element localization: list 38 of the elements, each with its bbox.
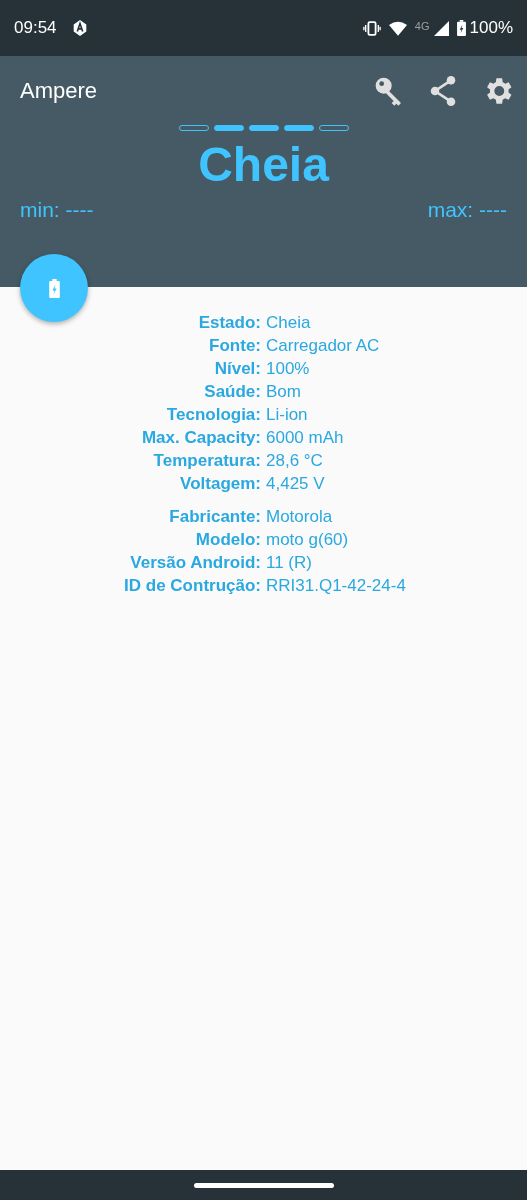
network-type: 4G — [414, 20, 430, 32]
info-value: RRI31.Q1-42-24-4 — [266, 575, 407, 597]
info-label: Saúde: — [203, 381, 261, 403]
info-value: Bom — [266, 381, 302, 403]
info-label: Tecnologia: — [165, 404, 261, 426]
info-label: Fabricante: — [168, 506, 261, 528]
info-value: Li-ion — [266, 404, 309, 426]
battery-fab[interactable] — [20, 254, 88, 322]
info-label: Fonte: — [208, 335, 261, 357]
info-value: Cheia — [266, 312, 312, 334]
max-reading: max: ---- — [427, 197, 507, 222]
battery-icon — [456, 20, 466, 36]
signal-icon — [433, 20, 449, 36]
info-label: Modelo: — [194, 529, 261, 551]
vibrate-icon — [362, 20, 381, 36]
info-value: 28,6 °C — [266, 450, 324, 472]
battery-percent: 100% — [469, 18, 513, 38]
app-title: Ampere — [20, 78, 98, 104]
info-label: Versão Android: — [129, 552, 261, 574]
info-value: 4,425 V — [266, 473, 326, 495]
info-value: 11 (R) — [266, 552, 313, 574]
min-reading: min: ---- — [20, 197, 94, 222]
info-label: Voltagem: — [179, 473, 261, 495]
info-label: Max. Capacity: — [140, 427, 261, 449]
wifi-icon — [388, 20, 407, 36]
charge-state: Cheia — [197, 139, 331, 192]
info-label: Nível: — [213, 358, 261, 380]
info-value: 100% — [266, 358, 311, 380]
home-handle[interactable] — [193, 1182, 334, 1188]
info-label: ID de Contrução: — [123, 575, 261, 597]
info-value: Carregador AC — [266, 335, 381, 357]
info-value: Motorola — [266, 506, 334, 528]
info-value: moto g(60) — [266, 529, 350, 551]
info-label: Estado: — [197, 312, 261, 334]
info-label: Temperatura: — [152, 450, 261, 472]
info-value: 6000 mAh — [266, 427, 345, 449]
clock: 09:54 — [14, 18, 57, 38]
battery-icon — [48, 278, 60, 298]
